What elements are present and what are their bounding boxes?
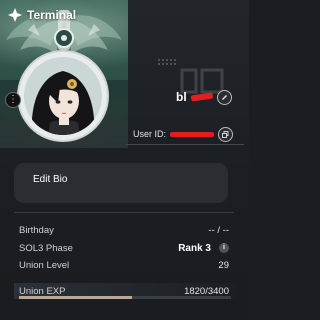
player-name-row: bl xyxy=(176,89,232,105)
copy-icon xyxy=(222,130,229,138)
sol3-phase-row: SOL3 Phase Rank 3 i xyxy=(19,241,229,255)
settings-diamond-icon xyxy=(8,8,22,22)
avatar[interactable] xyxy=(24,57,102,135)
birthday-row: Birthday -- / -- xyxy=(19,223,229,237)
user-id-redaction xyxy=(170,131,215,137)
union-level-value: 29 xyxy=(218,259,229,271)
birthday-label: Birthday xyxy=(19,224,54,236)
union-level-label: Union Level xyxy=(19,259,70,271)
info-icon[interactable]: i xyxy=(219,243,229,253)
more-dots-icon: ⋮ xyxy=(8,94,18,105)
user-id-row: User ID: xyxy=(133,126,234,142)
edit-name-button[interactable] xyxy=(216,89,232,105)
user-id-label: User ID: xyxy=(133,129,167,139)
player-name: bl xyxy=(176,90,187,104)
divider xyxy=(14,212,234,213)
edit-bio-button[interactable]: Edit Bio xyxy=(14,163,228,203)
header: Terminal xyxy=(8,7,76,23)
union-level-row: Union Level 29 xyxy=(19,258,229,272)
birthday-value: -- / -- xyxy=(208,224,229,236)
page-title: Terminal xyxy=(27,8,77,22)
more-options-button[interactable]: ⋮ xyxy=(5,92,21,108)
union-exp-value: 1820/3400 xyxy=(184,285,229,297)
sol3-phase-label: SOL3 Phase xyxy=(19,242,73,254)
edit-bio-label: Edit Bio xyxy=(33,174,68,185)
sol3-phase-value-group: Rank 3 i xyxy=(178,243,229,254)
sol3-phase-value: Rank 3 xyxy=(178,242,211,254)
decorative-dot-grid xyxy=(157,58,177,66)
profile-screen: ⋮ Terminal bl User ID: Edit Bio Birthday… xyxy=(0,0,249,320)
copy-user-id-button[interactable] xyxy=(218,126,234,142)
avatar-portrait-image xyxy=(24,57,102,135)
name-redaction xyxy=(190,92,213,102)
union-exp-progress-fill xyxy=(19,296,133,299)
pencil-icon xyxy=(221,94,227,100)
divider xyxy=(126,144,244,145)
union-exp-progress-bar xyxy=(19,296,231,299)
union-exp-label: Union EXP xyxy=(19,285,66,297)
